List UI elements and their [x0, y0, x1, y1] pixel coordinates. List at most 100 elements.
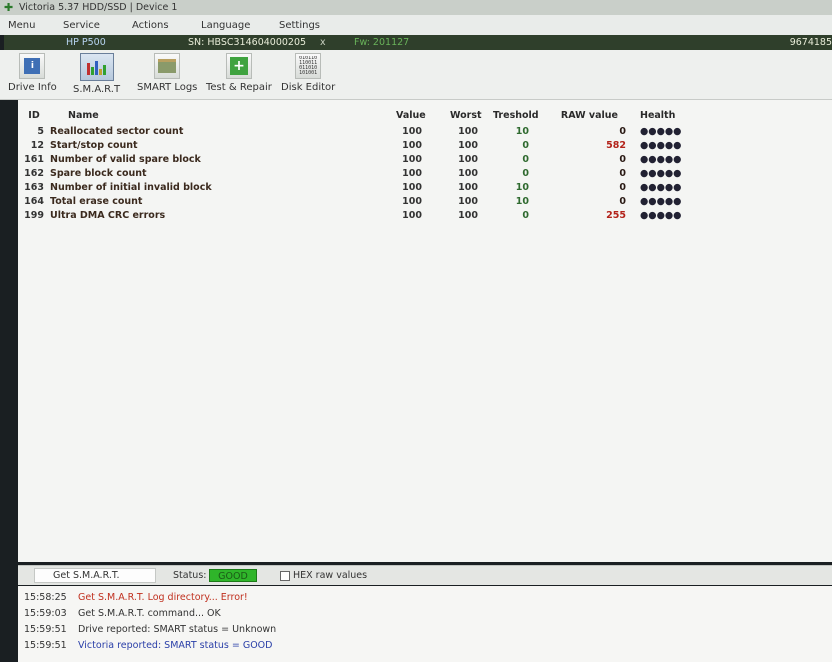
- row-name: Total erase count: [50, 196, 143, 207]
- row-threshold: 0: [522, 140, 529, 151]
- table-header: ID Name Value Worst Treshold RAW value H…: [18, 110, 832, 126]
- test-repair-icon: +: [225, 53, 252, 79]
- device-model[interactable]: HP P500: [66, 37, 106, 48]
- row-raw: 0: [619, 168, 626, 179]
- col-header-threshold[interactable]: Treshold: [493, 110, 539, 121]
- table-row[interactable]: 163 Number of initial invalid block 100 …: [18, 182, 832, 196]
- row-health: ●●●●●: [640, 182, 682, 193]
- log-time: 15:58:25: [24, 592, 67, 603]
- row-id: 162: [24, 168, 44, 179]
- window-title: Victoria 5.37 HDD/SSD | Device 1: [19, 2, 178, 13]
- row-threshold: 0: [522, 168, 529, 179]
- disk-editor-icon: 0101100110011001101011010011: [295, 53, 322, 79]
- status-label: Status:: [173, 570, 207, 581]
- smart-logs-label: SMART Logs: [137, 82, 198, 93]
- log-line: 15:58:25 Get S.M.A.R.T. Log directory...…: [24, 592, 248, 606]
- table-row[interactable]: 162 Spare block count 100 100 0 0 ●●●●●: [18, 168, 832, 182]
- row-health: ●●●●●: [640, 196, 682, 207]
- status-badge: GOOD: [209, 569, 257, 582]
- row-value: 100: [402, 168, 422, 179]
- col-header-id[interactable]: ID: [24, 110, 44, 121]
- row-name: Ultra DMA CRC errors: [50, 210, 166, 221]
- row-health: ●●●●●: [640, 168, 682, 179]
- row-worst: 100: [458, 140, 478, 151]
- log-message: Drive reported: SMART status = Unknown: [78, 624, 277, 635]
- row-name: Reallocated sector count: [50, 126, 184, 137]
- table-row[interactable]: 12 Start/stop count 100 100 0 582 ●●●●●: [18, 140, 832, 154]
- row-name: Start/stop count: [50, 140, 138, 151]
- smart-logs-icon: [154, 53, 181, 79]
- col-header-health[interactable]: Health: [640, 110, 675, 121]
- row-name: Number of initial invalid block: [50, 182, 212, 193]
- drive-info-icon: i: [19, 53, 46, 79]
- log-message: Get S.M.A.R.T. command... OK: [78, 608, 221, 619]
- get-smart-button[interactable]: Get S.M.A.R.T.: [34, 568, 156, 583]
- table-row[interactable]: 199 Ultra DMA CRC errors 100 100 0 255 ●…: [18, 210, 832, 224]
- disk-editor-label: Disk Editor: [281, 82, 336, 93]
- row-value: 100: [402, 196, 422, 207]
- row-threshold: 10: [515, 196, 529, 207]
- log-message: Victoria reported: SMART status = GOOD: [78, 640, 273, 651]
- col-header-value[interactable]: Value: [396, 110, 426, 121]
- menu-item-menu[interactable]: Menu: [8, 20, 63, 31]
- row-health: ●●●●●: [640, 126, 682, 137]
- log-time: 15:59:51: [24, 640, 67, 651]
- row-id: 199: [24, 210, 44, 221]
- log-message: Get S.M.A.R.T. Log directory... Error!: [78, 592, 248, 603]
- row-health: ●●●●●: [640, 154, 682, 165]
- log-line: 15:59:51 Victoria reported: SMART status…: [24, 640, 272, 654]
- col-header-name[interactable]: Name: [68, 110, 99, 121]
- row-id: 164: [24, 196, 44, 207]
- row-raw: 582: [606, 140, 626, 151]
- table-row[interactable]: 161 Number of valid spare block 100 100 …: [18, 154, 832, 168]
- col-header-raw[interactable]: RAW value: [558, 110, 618, 121]
- checkbox-box[interactable]: [280, 570, 290, 581]
- row-worst: 100: [458, 196, 478, 207]
- row-raw: 255: [606, 210, 626, 221]
- hex-raw-checkbox[interactable]: HEX raw values: [280, 570, 367, 581]
- row-threshold: 0: [522, 210, 529, 221]
- row-threshold: 0: [522, 154, 529, 165]
- row-worst: 100: [458, 210, 478, 221]
- row-id: 5: [37, 126, 44, 137]
- menu-item-actions[interactable]: Actions: [132, 20, 201, 31]
- row-raw: 0: [619, 196, 626, 207]
- hex-raw-label: HEX raw values: [293, 570, 368, 581]
- disk-editor-button[interactable]: 0101100110011001101011010011 Disk Editor: [281, 53, 335, 93]
- row-value: 100: [402, 210, 422, 221]
- status-bar: Get S.M.A.R.T. Status: GOOD HEX raw valu…: [18, 565, 832, 585]
- log-panel: 15:58:25 Get S.M.A.R.T. Log directory...…: [18, 586, 832, 662]
- row-threshold: 10: [515, 126, 529, 137]
- smart-button[interactable]: S.M.A.R.T: [73, 53, 120, 95]
- smart-table: ID Name Value Worst Treshold RAW value H…: [18, 100, 832, 562]
- row-threshold: 10: [515, 182, 529, 193]
- row-value: 100: [402, 140, 422, 151]
- row-raw: 0: [619, 154, 626, 165]
- test-repair-button[interactable]: + Test & Repair: [206, 53, 272, 93]
- table-row[interactable]: 5 Reallocated sector count 100 100 10 0 …: [18, 126, 832, 140]
- row-worst: 100: [458, 182, 478, 193]
- menu-bar: Menu Service Actions Language Settings: [0, 15, 832, 35]
- menu-item-settings[interactable]: Settings: [279, 20, 339, 31]
- drive-info-label: Drive Info: [8, 82, 57, 93]
- row-name: Number of valid spare block: [50, 154, 201, 165]
- toolbar: i Drive Info S.M.A.R.T SMART Logs + Test…: [0, 50, 832, 100]
- row-raw: 0: [619, 182, 626, 193]
- menu-item-service[interactable]: Service: [63, 20, 132, 31]
- table-row[interactable]: 164 Total erase count 100 100 10 0 ●●●●●: [18, 196, 832, 210]
- drive-info-button[interactable]: i Drive Info: [8, 53, 57, 93]
- device-close-button[interactable]: x: [320, 37, 326, 48]
- smart-logs-button[interactable]: SMART Logs: [137, 53, 197, 93]
- log-line: 15:59:51 Drive reported: SMART status = …: [24, 624, 276, 638]
- title-bar: ✚ Victoria 5.37 HDD/SSD | Device 1: [0, 0, 832, 15]
- row-worst: 100: [458, 168, 478, 179]
- menu-item-language[interactable]: Language: [201, 20, 279, 31]
- smart-label: S.M.A.R.T: [73, 84, 121, 95]
- row-raw: 0: [619, 126, 626, 137]
- col-header-worst[interactable]: Worst: [450, 110, 482, 121]
- log-line: 15:59:03 Get S.M.A.R.T. command... OK: [24, 608, 221, 622]
- log-time: 15:59:03: [24, 608, 67, 619]
- row-value: 100: [402, 126, 422, 137]
- row-name: Spare block count: [50, 168, 147, 179]
- row-worst: 100: [458, 126, 478, 137]
